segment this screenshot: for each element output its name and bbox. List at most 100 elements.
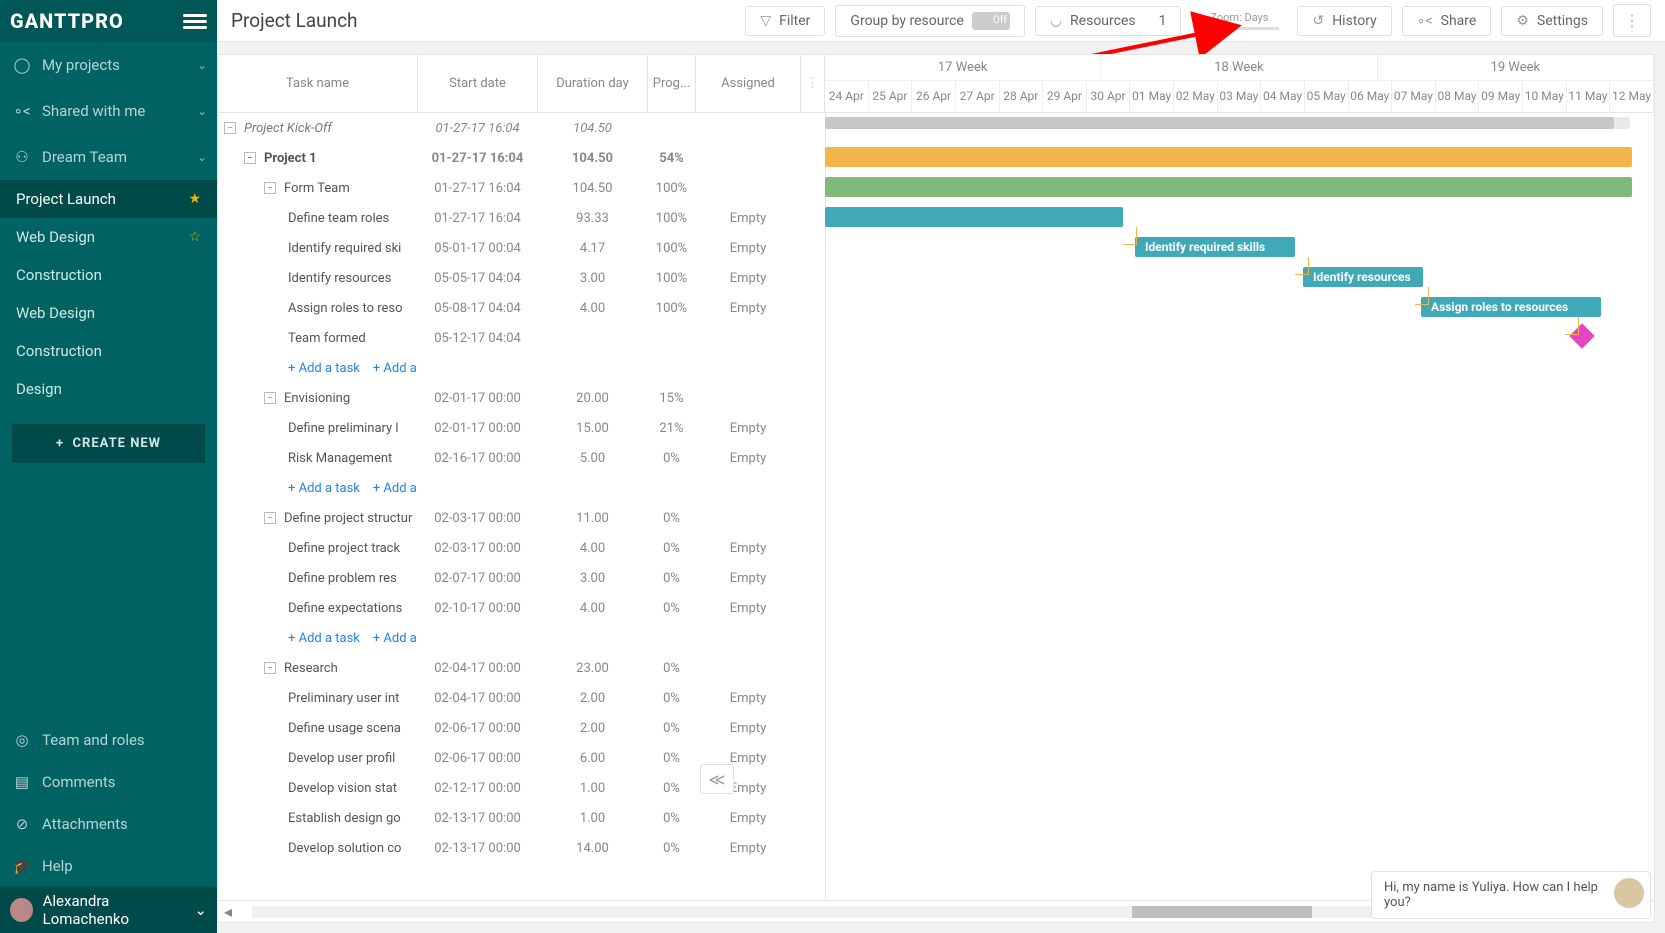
gantt-link	[1415, 287, 1429, 305]
nav-team-roles[interactable]: ◎Team and roles	[0, 719, 217, 761]
collapse-toggle[interactable]: −	[224, 122, 236, 134]
task-duration: 104.50	[538, 151, 648, 166]
add-milestone-link[interactable]: + Add a milestone	[373, 631, 418, 646]
star-icon[interactable]: ☆	[188, 229, 201, 245]
nav-comments[interactable]: ▤Comments	[0, 761, 217, 803]
nav-dream-team[interactable]: ⚇ Dream Team ⌄	[0, 134, 217, 180]
menu-toggle-icon[interactable]	[183, 11, 207, 32]
task-duration: 1.00	[538, 781, 648, 796]
add-milestone-link[interactable]: + Add a milestone	[373, 361, 418, 376]
task-progress: 0%	[648, 511, 696, 526]
add-task-link[interactable]: + Add a task	[288, 631, 360, 646]
collapse-toggle[interactable]: −	[264, 662, 276, 674]
task-progress: 0%	[648, 751, 696, 766]
share-button[interactable]: ∘<Share	[1402, 6, 1492, 36]
user-bar[interactable]: Alexandra Lomachenko ⌄	[0, 887, 217, 933]
task-progress: 21%	[648, 421, 696, 436]
chat-message: Hi, my name is Yuliya. How can I help yo…	[1384, 880, 1598, 910]
task-assigned: Empty	[696, 841, 801, 856]
more-menu[interactable]: ⋮	[1613, 4, 1651, 37]
chat-widget[interactable]: Hi, my name is Yuliya. How can I help yo…	[1371, 871, 1651, 919]
user-name: Alexandra Lomachenko	[43, 892, 191, 928]
task-duration: 93.33	[538, 211, 648, 226]
gantt-bar-assign-roles[interactable]: Assign roles to resources	[1421, 297, 1601, 317]
col-options[interactable]: ⋮	[801, 55, 825, 112]
create-new-button[interactable]: + CREATE NEW	[12, 424, 205, 463]
sidebar-project-item[interactable]: Construction	[0, 332, 217, 370]
col-duration: Duration day	[538, 55, 648, 112]
task-name: Define expectations	[288, 601, 402, 616]
gantt-chart-area[interactable]: Identify required skills Identify resour…	[825, 113, 1654, 900]
day-cell: 26 Apr	[912, 81, 956, 112]
task-name: Identify resources	[288, 271, 391, 286]
user-avatar	[10, 898, 33, 922]
grid-header: Task name Start date Duration day Prog..…	[218, 55, 1654, 113]
task-start: 02-01-17 00:00	[418, 391, 538, 406]
gear-icon: ⚙	[1516, 13, 1529, 29]
settings-button[interactable]: ⚙Settings	[1501, 6, 1603, 36]
task-start: 02-03-17 00:00	[418, 541, 538, 556]
history-button[interactable]: ↺History	[1297, 6, 1391, 36]
gantt-bar-identify-skills[interactable]: Identify required skills	[1135, 237, 1295, 257]
nav-attachments[interactable]: ⊘Attachments	[0, 803, 217, 845]
gantt-top-scrollbar[interactable]	[825, 117, 1630, 129]
task-progress: 0%	[648, 721, 696, 736]
star-icon[interactable]: ★	[188, 191, 201, 207]
task-name: Preliminary user int	[288, 691, 399, 706]
task-duration: 14.00	[538, 841, 648, 856]
add-milestone-link[interactable]: + Add a milestone	[373, 481, 418, 496]
task-duration: 2.00	[538, 721, 648, 736]
sidebar-project-item[interactable]: Construction	[0, 256, 217, 294]
sidebar-project-item[interactable]: Web Design☆	[0, 218, 217, 256]
task-progress: 0%	[648, 571, 696, 586]
scroll-left-icon[interactable]: ◂	[218, 902, 238, 921]
add-task-link[interactable]: + Add a task	[288, 361, 360, 376]
gantt-bar-define-roles[interactable]	[825, 207, 1123, 227]
collapse-toggle[interactable]: −	[264, 392, 276, 404]
scrollbar-thumb[interactable]	[825, 117, 1614, 129]
nav-help[interactable]: 🎓Help	[0, 845, 217, 887]
task-name: Assign roles to reso	[288, 301, 403, 316]
scrollbar-thumb[interactable]	[1132, 906, 1312, 918]
task-assigned: Empty	[696, 721, 801, 736]
task-start: 02-04-17 00:00	[418, 691, 538, 706]
app-logo: GANTTPRO	[10, 9, 183, 33]
grid-body: −Project Kick-Off 01-27-17 16:04 104.50 …	[218, 113, 1654, 900]
task-name: Develop vision stat	[288, 781, 397, 796]
sidebar-bottom-nav: ◎Team and roles ▤Comments ⊘Attachments 🎓…	[0, 719, 217, 887]
gantt-bar-form-team[interactable]	[825, 177, 1632, 197]
week-cell: 18 Week	[1101, 55, 1377, 80]
rewind-button[interactable]: ≪	[700, 764, 734, 794]
day-cell: 09 May	[1479, 81, 1523, 112]
task-start: 02-13-17 00:00	[418, 841, 538, 856]
task-progress: 0%	[648, 451, 696, 466]
collapse-toggle[interactable]: −	[244, 152, 256, 164]
day-cell: 25 Apr	[869, 81, 913, 112]
task-start: 01-27-17 16:04	[418, 181, 538, 196]
sidebar-project-item[interactable]: Web Design	[0, 294, 217, 332]
task-name: Develop user profil	[288, 751, 395, 766]
day-cell: 24 Apr	[825, 81, 869, 112]
week-cell: 17 Week	[825, 55, 1101, 80]
history-icon: ↺	[1312, 13, 1324, 29]
task-assigned: Empty	[696, 301, 801, 316]
team-icon: ⚇	[10, 148, 34, 166]
gantt-bar-project1[interactable]	[825, 147, 1632, 167]
task-duration: 15.00	[538, 421, 648, 436]
sidebar-project-item[interactable]: Design	[0, 370, 217, 408]
nav-shared[interactable]: ∘< Shared with me ⌄	[0, 88, 217, 134]
nav-my-projects[interactable]: ◯ My projects ⌄	[0, 42, 217, 88]
collapse-toggle[interactable]: −	[264, 182, 276, 194]
plus-icon: +	[56, 436, 64, 451]
add-task-link[interactable]: + Add a task	[288, 481, 360, 496]
task-start: 02-10-17 00:00	[418, 601, 538, 616]
task-progress: 0%	[648, 811, 696, 826]
gantt-bar-identify-resources[interactable]: Identify resources	[1303, 267, 1423, 287]
day-cell: 06 May	[1349, 81, 1393, 112]
task-name: Project 1	[264, 151, 317, 166]
logo-bar: GANTTPRO	[0, 0, 217, 42]
sidebar-project-item[interactable]: Project Launch★	[0, 180, 217, 218]
task-name: Develop solution co	[288, 841, 401, 856]
collapse-toggle[interactable]: −	[264, 512, 276, 524]
chevron-down-icon: ⌄	[197, 150, 207, 164]
